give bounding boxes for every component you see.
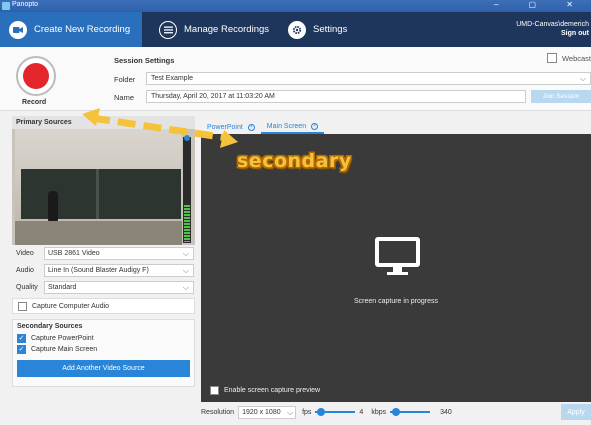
blackboard <box>21 169 181 219</box>
chevron-down-icon: ⌵ <box>182 283 189 292</box>
camera-icon <box>9 20 27 39</box>
title-bar: Panopto – ▢ ✕ <box>0 0 591 12</box>
quality-label: Quality <box>16 284 38 291</box>
video-source-row: Video USB 2861 Video ⌵ <box>12 247 195 262</box>
tab-settings[interactable]: Settings <box>288 12 368 47</box>
capture-powerpoint-option[interactable]: ✓ Capture PowerPoint <box>13 333 194 344</box>
capture-main-screen-label: Capture Main Screen <box>31 346 98 353</box>
folder-value: Test Example <box>151 75 194 82</box>
close-icon[interactable]: × <box>311 122 319 130</box>
capture-powerpoint-label: Capture PowerPoint <box>31 335 94 342</box>
panopto-logo-icon <box>2 2 10 10</box>
tab-main-screen-label: Main Screen <box>266 122 307 130</box>
session-settings-title: Session Settings <box>114 56 175 65</box>
enable-preview-checkbox[interactable] <box>210 386 219 395</box>
lecturer-figure <box>48 191 58 221</box>
capture-status-text: Screen capture in progress <box>353 298 439 305</box>
capture-audio-checkbox[interactable] <box>18 301 27 311</box>
capture-settings-bar: Resolution 1920 x 1080 ⌵ fps 4 kbps 340 … <box>201 402 591 422</box>
list-icon <box>159 20 177 39</box>
name-label: Name <box>114 93 135 102</box>
capture-main-screen-checkbox[interactable]: ✓ <box>17 345 26 354</box>
webcast-label: Webcast <box>561 53 591 63</box>
session-name-input[interactable]: Thursday, April 20, 2017 at 11:03:20 AM <box>146 90 526 103</box>
folder-label: Folder <box>114 75 136 84</box>
record-button[interactable] <box>16 56 56 96</box>
chevron-down-icon: ⌵ <box>579 74 586 83</box>
secondary-sources-panel: Secondary Sources ✓ Capture PowerPoint ✓… <box>12 319 195 387</box>
quality-select[interactable]: Standard ⌵ <box>44 281 194 294</box>
nav-label-create: Create New Recording <box>34 24 131 35</box>
kbps-value: 340 <box>440 408 452 416</box>
video-label: Video <box>16 250 34 257</box>
chevron-down-icon: ⌵ <box>182 249 189 258</box>
quality-value: Standard <box>48 284 77 291</box>
desk <box>15 221 182 245</box>
enable-preview-option[interactable]: Enable screen capture preview <box>210 386 320 395</box>
source-tabs: PowerPoint × Main Screen × <box>201 116 591 134</box>
audio-label: Audio <box>16 267 34 274</box>
audio-source-select[interactable]: Line In (Sound Blaster Audigy F) ⌵ <box>44 264 194 277</box>
audio-source-row: Audio Line In (Sound Blaster Audigy F) ⌵ <box>12 264 195 279</box>
fps-slider[interactable] <box>315 407 356 417</box>
screen-capture-preview: Screen capture in progress Enable screen… <box>201 134 591 402</box>
window-controls[interactable]: – ▢ ✕ <box>494 0 587 9</box>
add-video-source-label: Add Another Video Source <box>62 365 145 372</box>
kbps-slider-handle[interactable] <box>392 408 401 416</box>
record-label: Record <box>22 99 47 106</box>
tab-main-screen[interactable]: Main Screen × <box>260 120 325 134</box>
video-source-select[interactable]: USB 2861 Video ⌵ <box>44 247 194 260</box>
session-name-value: Thursday, April 20, 2017 at 11:03:20 AM <box>151 93 275 100</box>
chevron-down-icon: ⌵ <box>182 266 189 275</box>
user-info: UMD-Canvas\demerich Sign out <box>516 20 589 38</box>
webcast-toggle[interactable]: Webcast <box>546 53 591 63</box>
monitor-icon <box>375 237 420 275</box>
audio-level-fill <box>184 204 190 242</box>
join-session-button[interactable]: Join Session <box>531 90 591 103</box>
webcast-checkbox[interactable] <box>546 53 557 63</box>
username: UMD-Canvas\demerich <box>516 21 589 28</box>
join-session-label: Join Session <box>542 93 580 100</box>
fps-value: 4 <box>359 408 364 416</box>
panopto-window: Panopto – ▢ ✕ Create New Recording Manag… <box>0 0 591 425</box>
secondary-sources-title: Secondary Sources <box>17 323 83 330</box>
video-source-value: USB 2861 Video <box>48 250 100 257</box>
resolution-label: Resolution <box>201 408 235 416</box>
capture-audio-label: Capture Computer Audio <box>32 302 110 310</box>
capture-main-screen-option[interactable]: ✓ Capture Main Screen <box>13 344 194 355</box>
top-navigation: Create New Recording Manage Recordings S… <box>0 12 591 47</box>
annotation-double-arrow-icon <box>82 108 238 148</box>
apply-button[interactable]: Apply <box>561 404 591 420</box>
kbps-slider[interactable] <box>390 407 431 417</box>
resolution-value: 1920 x 1080 <box>242 408 281 416</box>
enable-preview-label: Enable screen capture preview <box>224 387 321 394</box>
gear-icon <box>288 20 306 39</box>
nav-label-manage: Manage Recordings <box>184 24 270 35</box>
capture-computer-audio-option[interactable]: Capture Computer Audio <box>12 298 195 314</box>
record-dot-icon <box>23 63 49 89</box>
tab-manage-recordings[interactable]: Manage Recordings <box>159 12 279 47</box>
annotation-label: secondary <box>237 150 352 172</box>
fps-slider-handle[interactable] <box>317 408 326 416</box>
window-title: Panopto <box>12 1 39 8</box>
add-video-source-button[interactable]: Add Another Video Source <box>17 360 190 377</box>
quality-row: Quality Standard ⌵ <box>12 281 195 296</box>
resolution-select[interactable]: 1920 x 1080 ⌵ <box>238 405 297 419</box>
tab-create-new-recording[interactable]: Create New Recording <box>0 12 142 47</box>
audio-level-meter <box>183 137 191 243</box>
kbps-label: kbps <box>371 408 387 416</box>
folder-select[interactable]: Test Example ⌵ <box>146 72 591 85</box>
close-icon[interactable]: × <box>247 123 255 131</box>
primary-sources-panel: Primary Sources Video USB 2861 Video ⌵ A… <box>12 116 195 422</box>
fps-label: fps <box>302 408 312 416</box>
capture-powerpoint-checkbox[interactable]: ✓ <box>17 334 26 343</box>
record-session-area: Record Session Settings Webcast Folder T… <box>0 47 591 111</box>
nav-label-settings: Settings <box>313 24 348 35</box>
audio-source-value: Line In (Sound Blaster Audigy F) <box>48 267 149 274</box>
sign-out-link[interactable]: Sign out <box>516 29 589 38</box>
chevron-down-icon: ⌵ <box>287 407 294 417</box>
apply-label: Apply <box>567 408 585 416</box>
